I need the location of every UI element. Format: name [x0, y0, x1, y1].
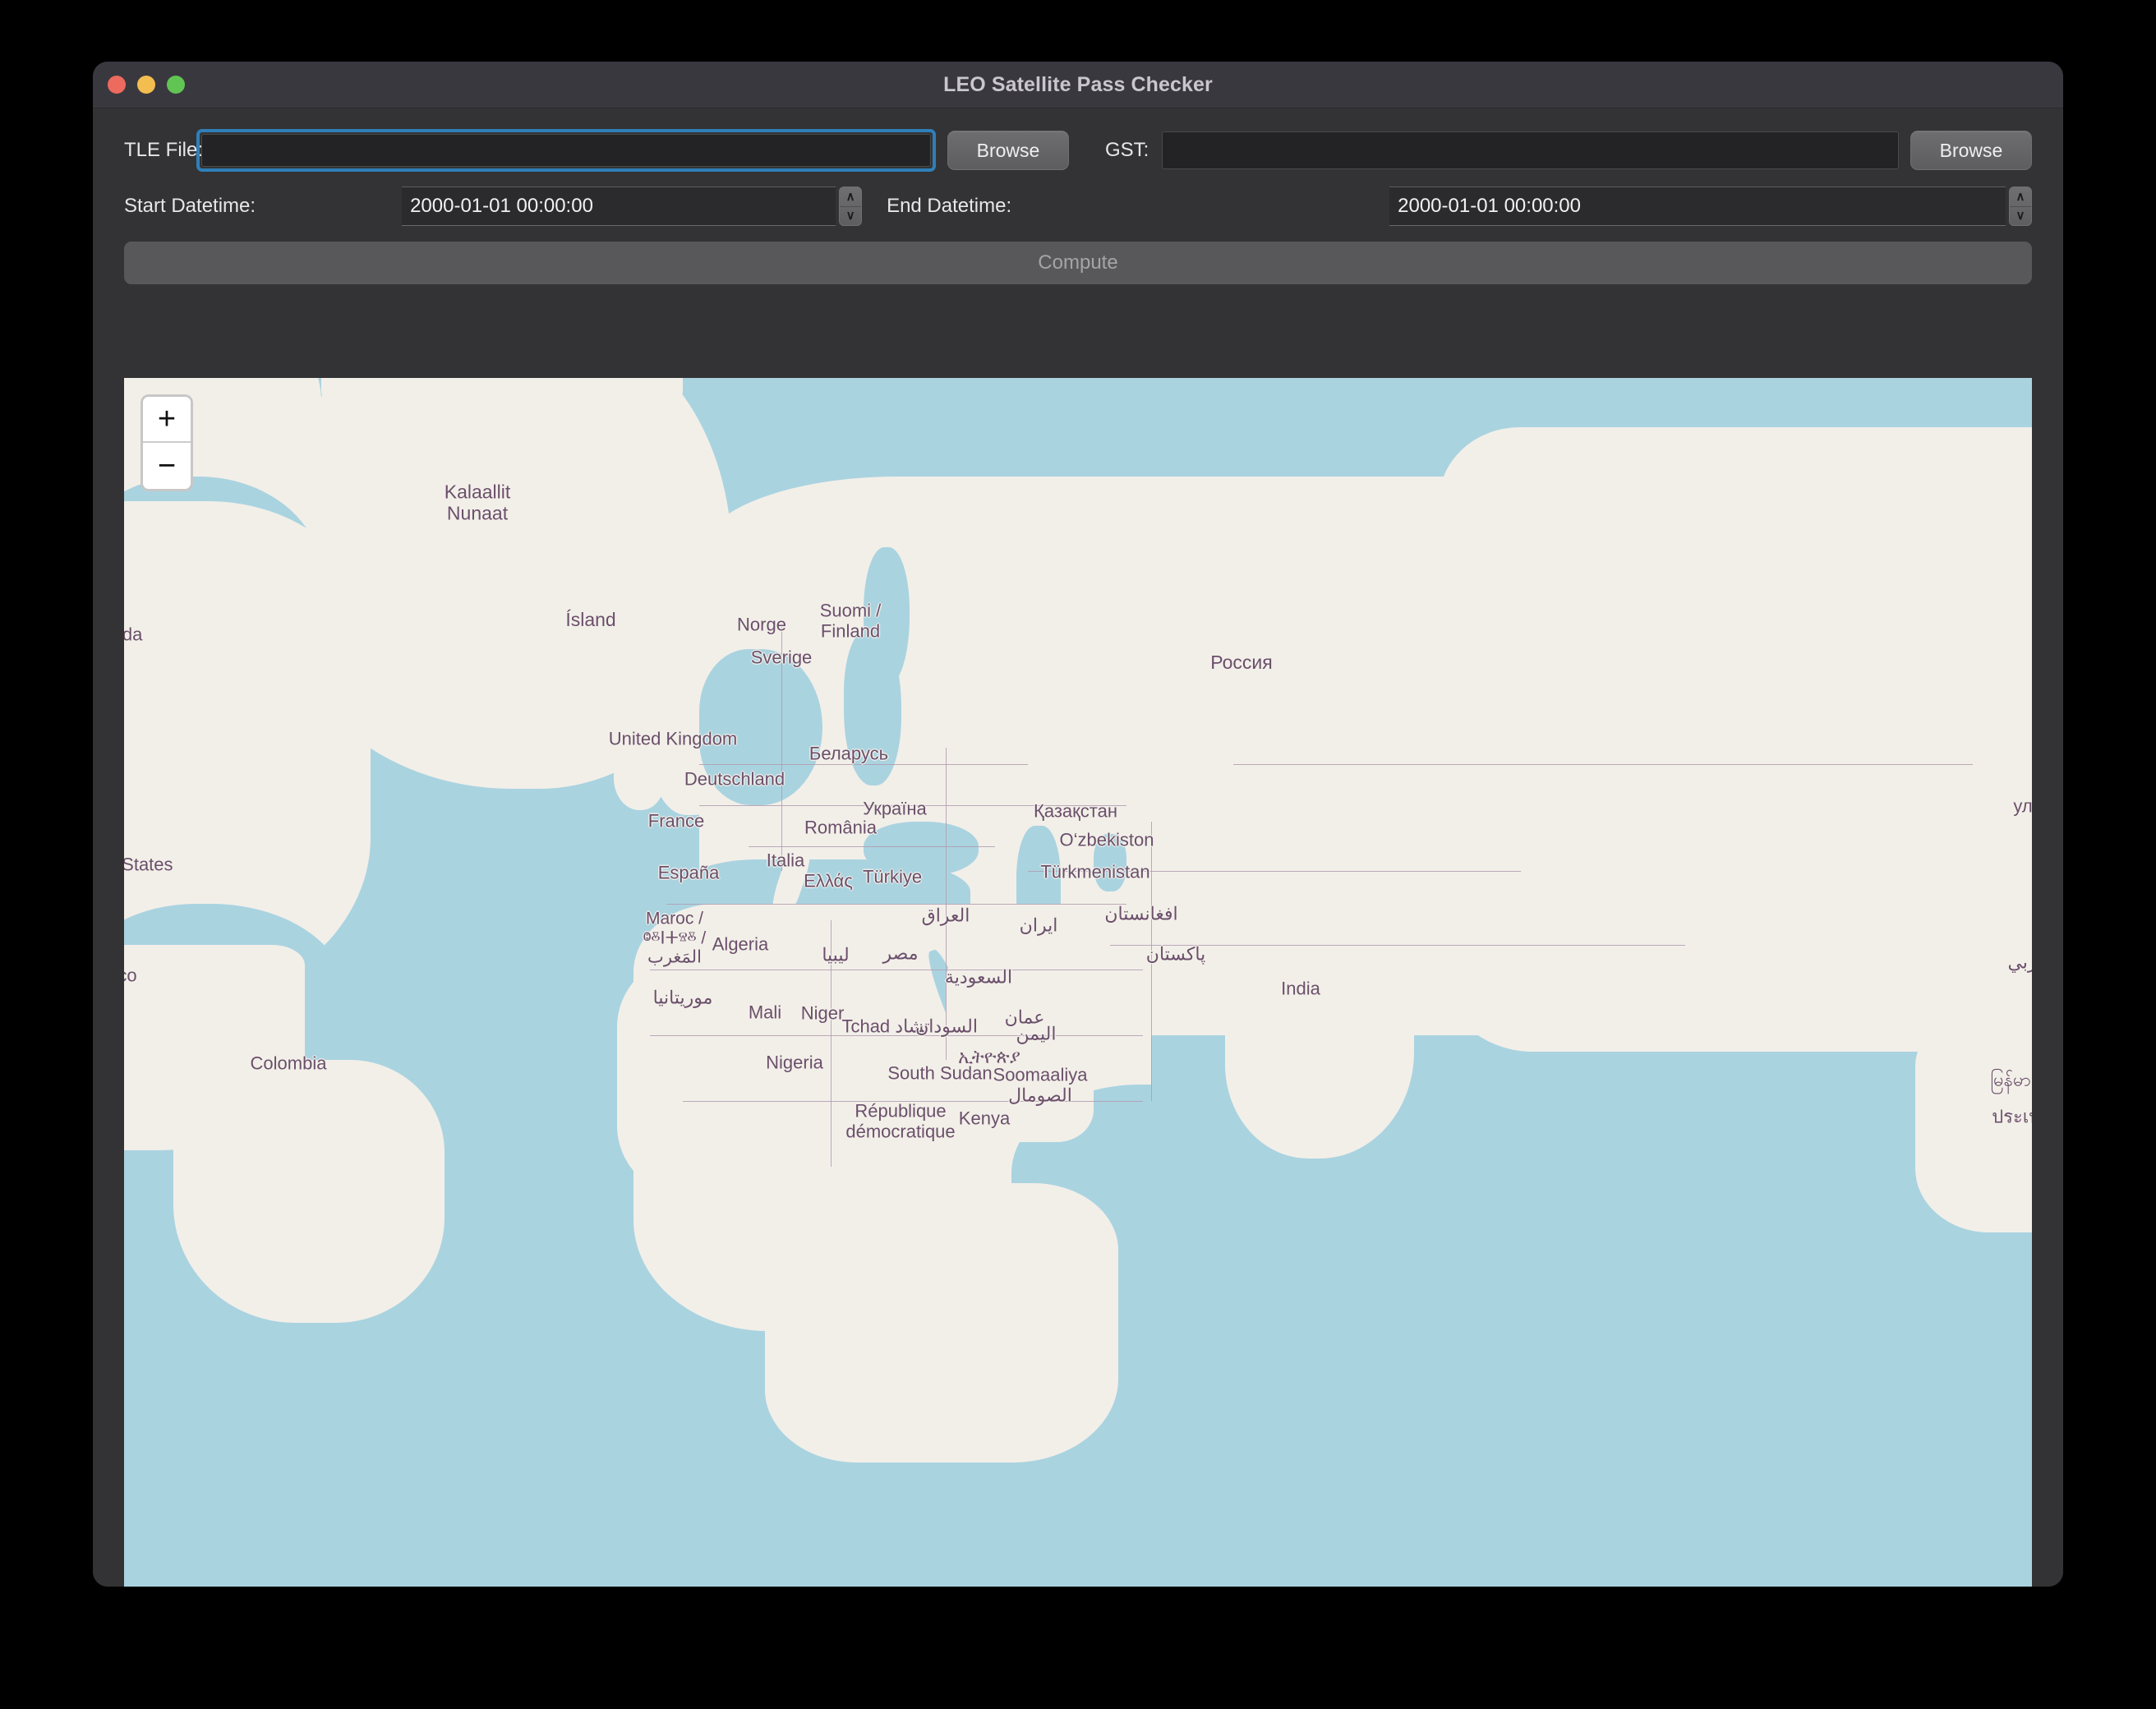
border-line — [699, 764, 1028, 765]
window-controls — [108, 62, 185, 108]
zoom-out-button[interactable]: − — [143, 443, 191, 489]
landmass-ireland — [614, 746, 665, 810]
border-line — [1233, 764, 1973, 765]
map-canvas[interactable]: Kalaallit NunaatÍslandNorgeSuomi / Finla… — [124, 378, 2032, 1587]
compute-button[interactable]: Compute — [124, 242, 2032, 284]
maximize-button[interactable] — [167, 76, 185, 94]
start-datetime-stepper[interactable]: ∧ ∨ — [839, 187, 862, 226]
chevron-up-icon[interactable]: ∧ — [2010, 187, 2031, 207]
landmass-greenland-north — [321, 378, 683, 444]
border-line — [650, 1035, 1143, 1036]
datetime-row: Start Datetime: ∧ ∨ End Datetime: ∧ — [124, 182, 2032, 230]
map-zoom-control[interactable]: + − — [141, 394, 193, 491]
border-line — [831, 920, 832, 1167]
end-datetime-input[interactable] — [1389, 187, 2006, 226]
landmass-africa-west — [617, 953, 880, 1200]
minimize-button[interactable] — [137, 76, 155, 94]
water-bothnia — [864, 547, 910, 687]
water-north-sea — [699, 649, 822, 805]
landmass-asia-east — [1439, 427, 2032, 1052]
gst-field-wrap — [1162, 131, 1899, 169]
water-black-sea — [864, 822, 979, 876]
map-tiles: Kalaallit NunaatÍslandNorgeSuomi / Finla… — [124, 378, 2032, 1587]
border-line — [1110, 945, 1685, 946]
compute-row: Compute — [124, 238, 2032, 284]
border-line — [781, 624, 782, 871]
tle-file-label: TLE File: — [124, 139, 203, 161]
controls-panel: TLE File: Browse GST: Browse Start Date — [93, 108, 2063, 284]
landmass-africa-central — [765, 1183, 1118, 1463]
tle-file-input[interactable] — [201, 134, 931, 167]
border-line — [683, 1101, 1143, 1102]
window-titlebar: LEO Satellite Pass Checker — [93, 62, 2063, 108]
end-datetime-field: ∧ ∨ — [1389, 187, 2032, 226]
landmass-south-america — [173, 1060, 445, 1323]
landmass-southeast-asia — [1915, 1019, 2032, 1232]
file-inputs-row: TLE File: Browse GST: Browse — [124, 127, 2032, 174]
start-datetime-input[interactable] — [402, 187, 836, 226]
chevron-down-icon[interactable]: ∨ — [2010, 207, 2031, 226]
tle-file-field-focus-ring — [196, 129, 936, 172]
chevron-down-icon[interactable]: ∨ — [840, 207, 861, 226]
gst-browse-button[interactable]: Browse — [1910, 131, 2032, 170]
landmass-india — [1225, 945, 1414, 1159]
water-indian-ocean — [987, 1167, 2032, 1512]
border-line — [1151, 822, 1152, 1101]
gst-label: GST: — [1105, 139, 1149, 162]
water-aral-sea — [1094, 834, 1126, 891]
close-button[interactable] — [108, 76, 126, 94]
border-line — [946, 748, 947, 1060]
border-line — [666, 904, 1126, 905]
chevron-up-icon[interactable]: ∧ — [840, 187, 861, 207]
landmass-horn-of-africa — [962, 1027, 1094, 1142]
app-window: LEO Satellite Pass Checker TLE File: Bro… — [93, 62, 2063, 1587]
screen: LEO Satellite Pass Checker TLE File: Bro… — [0, 0, 2156, 1709]
end-datetime-stepper[interactable]: ∧ ∨ — [2009, 187, 2032, 226]
window-title: LEO Satellite Pass Checker — [93, 73, 2063, 97]
end-datetime-label: End Datetime: — [887, 195, 1011, 218]
start-datetime-field: ∧ ∨ — [402, 187, 862, 226]
tle-browse-button[interactable]: Browse — [947, 131, 1069, 170]
border-line — [699, 805, 1126, 806]
gst-input[interactable] — [1162, 131, 1899, 169]
start-datetime-label: Start Datetime: — [124, 195, 256, 218]
border-line — [749, 846, 995, 847]
zoom-in-button[interactable]: + — [143, 397, 191, 443]
border-line — [1028, 871, 1521, 872]
window-body: TLE File: Browse GST: Browse Start Date — [93, 108, 2063, 1587]
